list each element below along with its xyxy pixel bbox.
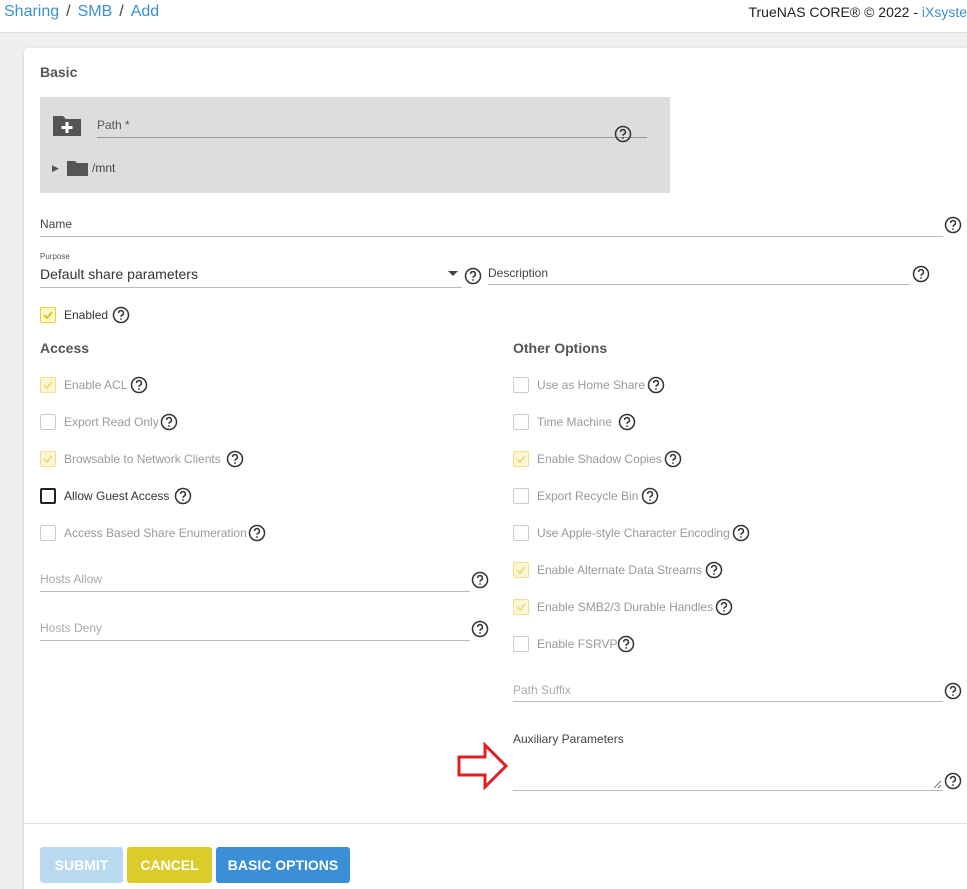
- export-read-only-label: Export Read Only: [64, 415, 159, 429]
- section-title-other-options: Other Options: [513, 340, 608, 356]
- hosts-deny-input[interactable]: [40, 640, 470, 641]
- name-label: Name: [40, 217, 73, 231]
- help-icon[interactable]: [715, 598, 733, 616]
- check-icon: [43, 311, 53, 320]
- hosts-deny-label: Hosts Deny: [40, 621, 103, 635]
- purpose-select[interactable]: Default share parameters: [40, 266, 198, 282]
- export-read-only-checkbox[interactable]: [40, 414, 56, 430]
- top-bar: Sharing / SMB / Add TrueNAS CORE® © 2022 - i…: [0, 0, 967, 33]
- help-icon[interactable]: [732, 524, 750, 542]
- check-icon: [516, 603, 526, 612]
- hosts-allow-input[interactable]: [40, 591, 470, 592]
- copyright-text: TrueNAS CORE® © 2022 - iXsyste: [748, 4, 967, 20]
- help-icon[interactable]: [471, 620, 489, 638]
- help-icon[interactable]: [226, 450, 244, 468]
- help-icon[interactable]: [160, 413, 178, 431]
- submit-button[interactable]: SUBMIT: [40, 847, 123, 883]
- help-icon[interactable]: [248, 524, 266, 542]
- check-icon: [516, 455, 526, 464]
- help-icon[interactable]: [944, 682, 962, 700]
- help-icon[interactable]: [618, 413, 636, 431]
- alternate-streams-label: Enable Alternate Data Streams: [537, 563, 702, 577]
- breadcrumb-add[interactable]: Add: [131, 3, 159, 20]
- breadcrumb-smb[interactable]: SMB: [78, 3, 113, 20]
- help-icon[interactable]: [641, 487, 659, 505]
- tree-node-mnt[interactable]: /mnt: [92, 161, 115, 175]
- browsable-checkbox[interactable]: [40, 451, 56, 467]
- shadow-copies-label: Enable Shadow Copies: [537, 452, 662, 466]
- breadcrumb-separator: /: [119, 3, 124, 20]
- help-icon[interactable]: [705, 561, 723, 579]
- path-explorer: Path * ▶ /mnt: [40, 97, 670, 193]
- description-input[interactable]: [488, 284, 910, 285]
- help-icon[interactable]: [130, 376, 148, 394]
- apple-encoding-label: Use Apple-style Character Encoding: [537, 526, 730, 540]
- enable-acl-label: Enable ACL: [64, 378, 128, 392]
- time-machine-label: Time Machine: [537, 415, 612, 429]
- path-suffix-label: Path Suffix: [513, 683, 571, 697]
- breadcrumb: Sharing / SMB / Add: [4, 3, 159, 21]
- path-suffix-input[interactable]: [513, 701, 943, 702]
- access-based-enum-checkbox[interactable]: [40, 525, 56, 541]
- arrow-annotation-icon: [457, 742, 509, 790]
- help-icon[interactable]: [464, 267, 482, 285]
- purpose-underline: [40, 287, 462, 288]
- fsrvp-label: Enable FSRVP: [537, 637, 618, 651]
- path-input[interactable]: [97, 137, 647, 138]
- help-icon[interactable]: [174, 487, 192, 505]
- check-icon: [43, 455, 53, 464]
- path-label: Path *: [97, 118, 130, 132]
- purpose-label: Purpose: [40, 252, 70, 261]
- allow-guest-access-checkbox[interactable]: [40, 488, 56, 504]
- help-icon[interactable]: [912, 265, 930, 283]
- fsrvp-checkbox[interactable]: [513, 636, 529, 652]
- home-share-label: Use as Home Share: [537, 378, 646, 392]
- recycle-bin-checkbox[interactable]: [513, 488, 529, 504]
- help-icon[interactable]: [617, 635, 635, 653]
- expand-triangle-icon[interactable]: ▶: [52, 163, 59, 174]
- check-icon: [516, 566, 526, 575]
- durable-handles-checkbox[interactable]: [513, 599, 529, 615]
- shadow-copies-checkbox[interactable]: [513, 451, 529, 467]
- check-icon: [43, 381, 53, 390]
- breadcrumb-sharing[interactable]: Sharing: [4, 3, 59, 20]
- dropdown-arrow-icon[interactable]: [448, 271, 458, 276]
- basic-options-button[interactable]: BASIC OPTIONS: [216, 847, 350, 883]
- description-label: Description: [488, 266, 549, 280]
- section-title-basic: Basic: [40, 64, 78, 80]
- time-machine-checkbox[interactable]: [513, 414, 529, 430]
- enable-acl-checkbox[interactable]: [40, 377, 56, 393]
- enabled-checkbox[interactable]: [40, 307, 56, 323]
- aux-params-label: Auxiliary Parameters: [513, 732, 624, 746]
- copyright-label: TrueNAS CORE® © 2022 -: [748, 4, 922, 20]
- hosts-allow-label: Hosts Allow: [40, 572, 103, 586]
- help-icon[interactable]: [664, 450, 682, 468]
- allow-guest-access-label: Allow Guest Access: [64, 489, 170, 503]
- alternate-streams-checkbox[interactable]: [513, 562, 529, 578]
- apple-encoding-checkbox[interactable]: [513, 525, 529, 541]
- durable-handles-label: Enable SMB2/3 Durable Handles: [537, 600, 714, 614]
- help-icon[interactable]: [944, 216, 962, 234]
- aux-params-textarea[interactable]: [513, 790, 943, 791]
- help-icon[interactable]: [471, 571, 489, 589]
- brand-link[interactable]: iXsyste: [922, 4, 967, 20]
- browsable-label: Browsable to Network Clients: [64, 452, 221, 466]
- name-input[interactable]: [40, 236, 943, 237]
- breadcrumb-separator: /: [66, 3, 71, 20]
- recycle-bin-label: Export Recycle Bin: [537, 489, 639, 503]
- create-folder-icon[interactable]: [52, 113, 82, 137]
- enabled-label: Enabled: [64, 308, 109, 322]
- help-icon[interactable]: [614, 125, 632, 143]
- access-based-enum-label: Access Based Share Enumeration: [64, 526, 247, 540]
- folder-icon: [67, 161, 88, 176]
- resize-handle-icon[interactable]: [933, 780, 942, 789]
- cancel-button[interactable]: CANCEL: [127, 847, 212, 883]
- actions-divider: [24, 823, 967, 824]
- home-share-checkbox[interactable]: [513, 377, 529, 393]
- help-icon[interactable]: [647, 376, 665, 394]
- section-title-access: Access: [40, 340, 90, 356]
- help-icon[interactable]: [112, 306, 130, 324]
- help-icon[interactable]: [944, 772, 962, 790]
